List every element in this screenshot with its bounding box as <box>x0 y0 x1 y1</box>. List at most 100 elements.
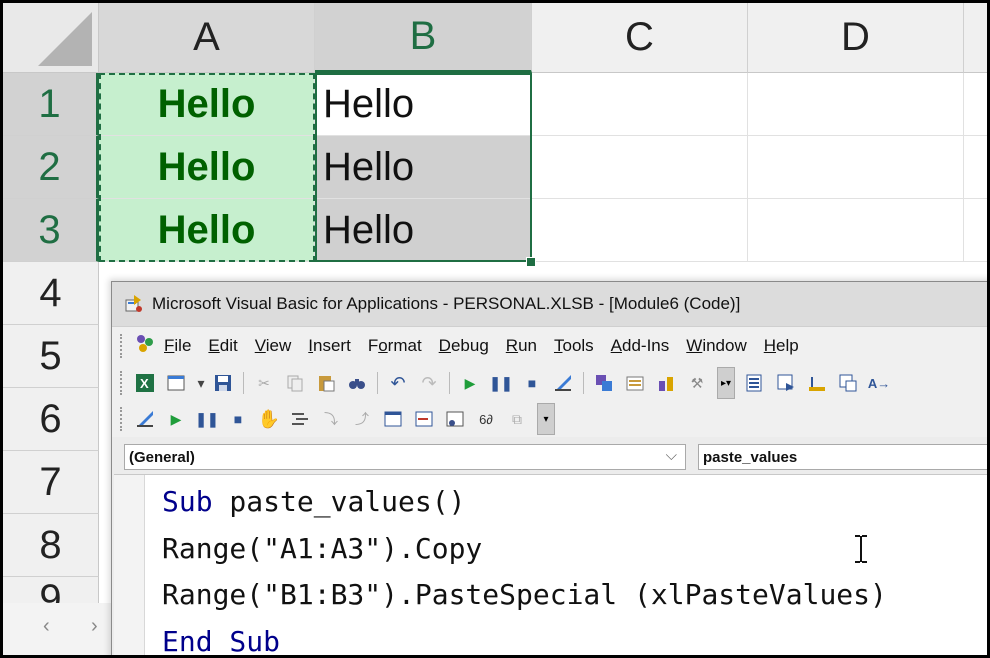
run-icon[interactable]: ▶ <box>459 372 481 394</box>
code-line-3[interactable]: Range("B1:B3").PasteSpecial (xlPasteValu… <box>162 578 887 611</box>
properties-icon[interactable] <box>624 372 646 394</box>
cut-icon[interactable]: ✂ <box>253 372 275 394</box>
cell-a2[interactable]: Hello <box>99 136 315 199</box>
cell-d2[interactable] <box>748 136 964 199</box>
menu-file[interactable]: File <box>164 336 191 356</box>
sheet-nav-right-icon[interactable]: › <box>91 615 98 638</box>
watch-window-icon[interactable] <box>444 408 466 430</box>
cell-b2[interactable]: Hello <box>315 136 532 199</box>
find-icon[interactable] <box>346 372 368 394</box>
column-header-d[interactable]: D <box>748 3 964 73</box>
cell-e3[interactable] <box>964 199 987 262</box>
procedure-dropdown[interactable]: paste_values <box>698 444 987 470</box>
complete-word-icon[interactable]: A→ <box>868 372 890 394</box>
code-line-4[interactable]: End Sub <box>162 625 280 655</box>
row-header-6[interactable]: 6 <box>3 388 99 451</box>
copy-icon[interactable] <box>284 372 306 394</box>
screenshot-frame: A B C D 1 2 3 4 5 6 7 8 9 Hello Hello He… <box>0 0 990 658</box>
menu-insert[interactable]: Insert <box>308 336 351 356</box>
object-dropdown-value: (General) <box>129 448 195 466</box>
toolbox-icon[interactable]: ⚒ <box>686 372 708 394</box>
step-into-icon[interactable] <box>289 408 311 430</box>
menu-window[interactable]: Window <box>686 336 746 356</box>
cell-c1[interactable] <box>532 73 748 136</box>
cell-d3[interactable] <box>748 199 964 262</box>
code-editor[interactable]: Sub paste_values() Range("A1:A3").Copy R… <box>114 474 987 655</box>
menu-debug[interactable]: Debug <box>439 336 489 356</box>
menu-tools[interactable]: Tools <box>554 336 594 356</box>
menu-add-ins[interactable]: Add-Ins <box>611 336 670 356</box>
quick-info-icon[interactable] <box>806 372 828 394</box>
break-icon[interactable]: ❚❚ <box>489 372 512 394</box>
menu-format[interactable]: Format <box>368 336 422 356</box>
design-mode-icon[interactable] <box>552 372 574 394</box>
column-header-a[interactable]: A <box>99 3 315 73</box>
cell-e2[interactable] <box>964 136 987 199</box>
break-icon-2[interactable]: ❚❚ <box>195 408 218 430</box>
design-mode-icon-2[interactable] <box>134 408 156 430</box>
object-browser-icon[interactable] <box>655 372 677 394</box>
menu-run[interactable]: Run <box>506 336 537 356</box>
sheet-nav-left-icon[interactable]: ‹ <box>43 615 50 638</box>
immediate-window-icon[interactable] <box>413 408 435 430</box>
cell-c3[interactable] <box>532 199 748 262</box>
code-line-2[interactable]: Range("A1:A3").Copy <box>162 532 482 565</box>
run-icon-2[interactable]: ▶ <box>165 408 187 430</box>
row-header-4[interactable]: 4 <box>3 262 99 325</box>
column-header-c[interactable]: C <box>532 3 748 73</box>
select-all-corner[interactable] <box>3 3 99 73</box>
toolbar-overflow-icon[interactable]: ▸▾ <box>717 367 735 399</box>
cell-b3[interactable]: Hello <box>315 199 532 262</box>
locals-window-icon[interactable] <box>382 408 404 430</box>
step-over-icon[interactable]: ⤵ <box>320 408 342 430</box>
menu-help[interactable]: Help <box>764 336 799 356</box>
list-properties-icon[interactable] <box>744 372 766 394</box>
toolbar-grip[interactable] <box>120 371 126 395</box>
column-header-e[interactable] <box>964 3 987 73</box>
insert-userform-icon[interactable] <box>165 372 187 394</box>
row-header-8[interactable]: 8 <box>3 514 99 577</box>
row-header-2[interactable]: 2 <box>3 136 99 199</box>
toolbar-separator <box>243 372 244 394</box>
sheet-nav: ‹ › <box>3 603 111 655</box>
text-cursor-icon <box>855 535 867 563</box>
row-header-3[interactable]: 3 <box>3 199 99 262</box>
row-header-1[interactable]: 1 <box>3 73 99 136</box>
cell-b1[interactable]: Hello <box>315 73 532 136</box>
reset-icon[interactable]: ■ <box>521 372 543 394</box>
menu-edit[interactable]: Edit <box>208 336 237 356</box>
toolbar-separator <box>583 372 584 394</box>
insert-dropdown-icon[interactable]: ▾ <box>196 372 206 394</box>
code-margin[interactable] <box>114 475 145 655</box>
step-out-icon[interactable]: ⤴ <box>351 408 373 430</box>
cell-a1[interactable]: Hello <box>99 73 315 136</box>
menu-view[interactable]: View <box>255 336 292 356</box>
object-dropdown[interactable]: (General) ⌵ <box>124 444 686 470</box>
fill-handle[interactable] <box>526 257 536 267</box>
quick-watch-icon[interactable]: 6∂ <box>475 408 497 430</box>
cell-d1[interactable] <box>748 73 964 136</box>
cell-c2[interactable] <box>532 136 748 199</box>
excel-view-icon[interactable]: X <box>134 372 156 394</box>
column-header-b[interactable]: B <box>315 3 532 73</box>
list-constants-icon[interactable] <box>775 372 797 394</box>
row-header-5[interactable]: 5 <box>3 325 99 388</box>
save-icon[interactable] <box>212 372 234 394</box>
cell-e1[interactable] <box>964 73 987 136</box>
menubar-grip[interactable] <box>120 334 126 358</box>
redo-icon[interactable]: ↷ <box>418 372 440 394</box>
parameter-info-icon[interactable] <box>837 372 859 394</box>
call-stack-icon[interactable]: ⧉ <box>506 408 528 430</box>
vba-menu-icon[interactable] <box>134 333 156 360</box>
paste-icon[interactable] <box>315 372 337 394</box>
undo-icon[interactable]: ↶ <box>387 372 409 394</box>
reset-icon-2[interactable]: ■ <box>227 408 249 430</box>
code-line-1[interactable]: Sub paste_values() <box>162 485 465 518</box>
edit-toolbar-overflow-icon[interactable]: ▾ <box>537 403 555 435</box>
procedure-dropdown-value: paste_values <box>703 448 798 466</box>
row-header-7[interactable]: 7 <box>3 451 99 514</box>
project-explorer-icon[interactable] <box>593 372 615 394</box>
edit-toolbar-grip[interactable] <box>120 407 126 431</box>
toggle-breakpoint-icon[interactable]: ✋ <box>258 408 280 430</box>
cell-a3[interactable]: Hello <box>99 199 315 262</box>
